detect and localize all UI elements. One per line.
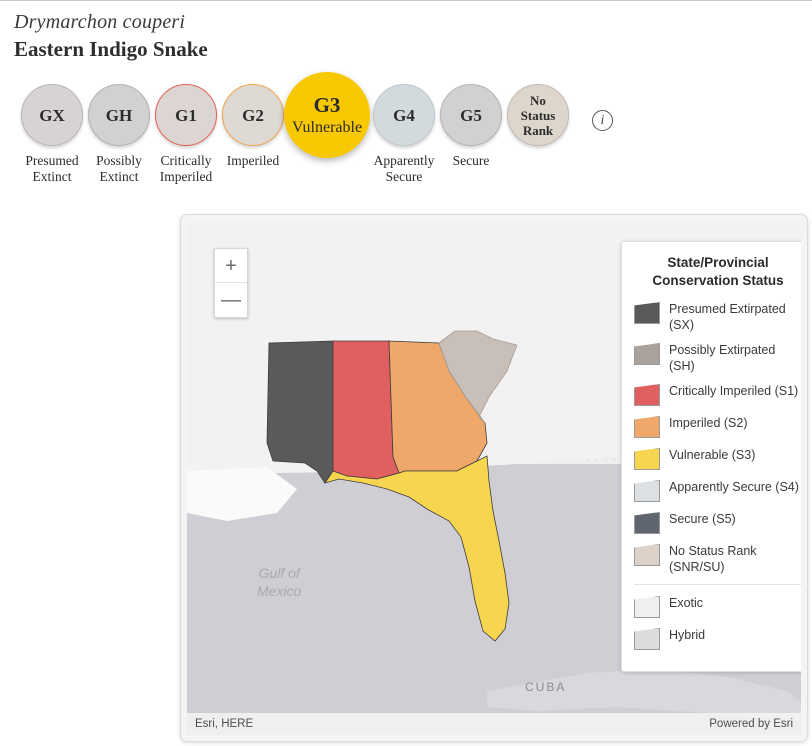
rank-circle[interactable]: No Status Rank xyxy=(507,84,569,146)
legend-item: Vulnerable (S3) xyxy=(634,447,801,470)
state-florida xyxy=(324,455,510,642)
legend-item-label: No Status Rank (SNR/SU) xyxy=(669,544,757,574)
legend-item: Hybrid xyxy=(634,627,801,650)
legend-swatch-icon xyxy=(634,480,660,502)
legend-item-label: Presumed Extirpated (SX) xyxy=(669,302,786,332)
rank-circle[interactable]: GX xyxy=(21,84,83,146)
rank-label: Secure xyxy=(452,153,490,168)
cuba-label: CUBA xyxy=(525,680,567,694)
legend-item: Critically Imperiled (S1) xyxy=(634,383,801,406)
rank-item-g1[interactable]: G1 Critically Imperiled xyxy=(150,84,222,185)
rank-label: Presumed Extinct xyxy=(25,153,79,184)
rank-item-g4[interactable]: G4 Apparently Secure xyxy=(368,84,440,185)
zoom-controls: + — xyxy=(214,248,248,318)
info-icon[interactable]: i xyxy=(592,110,613,131)
rank-circle[interactable]: G4 xyxy=(373,84,435,146)
legend-item-label: Apparently Secure (S4) xyxy=(669,480,799,494)
legend-swatch-icon xyxy=(634,384,660,406)
legend-divider xyxy=(634,584,801,585)
rank-code: GH xyxy=(105,105,133,125)
legend-item: Secure (S5) xyxy=(634,511,801,534)
legend-item-label: Secure (S5) xyxy=(669,512,736,526)
legend-item: Presumed Extirpated (SX) xyxy=(634,301,801,333)
legend-swatch-icon xyxy=(634,302,660,324)
rank-circle[interactable]: GH xyxy=(88,84,150,146)
rank-code: G2 xyxy=(242,105,264,125)
map-attribution-bar: Esri, HERE Powered by Esri xyxy=(187,713,801,735)
top-divider xyxy=(0,0,812,1)
legend-swatch-icon xyxy=(634,628,660,650)
rank-item-no-status-rank[interactable]: No Status Rank xyxy=(502,84,574,146)
page-header: Drymarchon couperi Eastern Indigo Snake xyxy=(14,10,208,62)
legend-item: Possibly Extirpated (SH) xyxy=(634,342,801,374)
legend-item: No Status Rank (SNR/SU) xyxy=(634,543,801,575)
legend-swatch-icon xyxy=(634,448,660,470)
rank-item-g2[interactable]: G2 Imperiled xyxy=(217,84,289,169)
rank-code: GX xyxy=(39,105,65,125)
rank-label: Possibly Extinct xyxy=(96,153,142,184)
conservation-rank-scale: GX Presumed Extinct GH Possibly Extinct G1 Cr… xyxy=(16,72,636,196)
rank-code: G5 xyxy=(460,105,482,125)
legend-item-label: Vulnerable (S3) xyxy=(669,448,756,462)
zoom-out-button[interactable]: — xyxy=(215,283,247,317)
rank-code: No Status Rank xyxy=(520,92,556,138)
legend-item-label: Hybrid xyxy=(669,628,706,642)
legend-item-label: Imperiled (S2) xyxy=(669,416,748,430)
rank-code: G3 xyxy=(313,92,341,117)
legend-item: Apparently Secure (S4) xyxy=(634,479,801,502)
map-legend: State/Provincial Conservation Status Pre… xyxy=(621,241,801,672)
rank-sublabel: Vulnerable xyxy=(291,118,363,136)
attribution-source: Esri, HERE xyxy=(195,718,254,730)
legend-swatch-icon xyxy=(634,416,660,438)
legend-swatch-icon xyxy=(634,512,660,534)
legend-item-list: Presumed Extirpated (SX) Possibly Extirpa… xyxy=(634,301,801,575)
legend-item: Imperiled (S2) xyxy=(634,415,801,438)
state-alabama xyxy=(332,340,400,480)
legend-swatch-icon xyxy=(634,343,660,365)
legend-extra-list: Exotic Hybrid xyxy=(634,595,801,650)
legend-title: State/Provincial Conservation Status xyxy=(652,255,784,288)
rank-item-gx[interactable]: GX Presumed Extinct xyxy=(16,84,88,185)
rank-label: Critically Imperiled xyxy=(159,153,213,184)
legend-item: Exotic xyxy=(634,595,801,618)
rank-code: G4 xyxy=(393,105,415,125)
common-name: Eastern Indigo Snake xyxy=(14,37,208,61)
rank-circle[interactable]: G2 xyxy=(222,84,284,146)
rank-circle[interactable]: G1 xyxy=(155,84,217,146)
rank-item-g5[interactable]: G5 Secure xyxy=(435,84,507,169)
legend-item-label: Possibly Extirpated (SH) xyxy=(669,343,776,373)
legend-swatch-icon xyxy=(634,544,660,566)
map-panel: Gulf of Mexico CUBA + — Esri, HERE Power… xyxy=(180,214,808,742)
rank-label: Imperiled xyxy=(226,153,280,168)
rank-item-gh[interactable]: GH Possibly Extinct xyxy=(83,84,155,185)
rank-circle[interactable]: G3 Vulnerable xyxy=(284,72,370,158)
rank-label: Apparently Secure xyxy=(373,153,435,184)
legend-swatch-icon xyxy=(634,596,660,618)
legend-item-label: Exotic xyxy=(669,596,704,610)
gulf-of-mexico-label: Gulf of Mexico xyxy=(257,565,302,599)
map-viewport[interactable]: Gulf of Mexico CUBA + — Esri, HERE Power… xyxy=(187,221,801,735)
attribution-powered-by: Powered by Esri xyxy=(709,718,793,730)
legend-item-label: Critically Imperiled (S1) xyxy=(669,384,799,398)
rank-item-g3[interactable]: G3 Vulnerable xyxy=(284,72,370,158)
rank-code: G1 xyxy=(175,105,197,125)
rank-circle[interactable]: G5 xyxy=(440,84,502,146)
zoom-in-button[interactable]: + xyxy=(215,249,247,283)
scientific-name: Drymarchon couperi xyxy=(14,11,186,33)
